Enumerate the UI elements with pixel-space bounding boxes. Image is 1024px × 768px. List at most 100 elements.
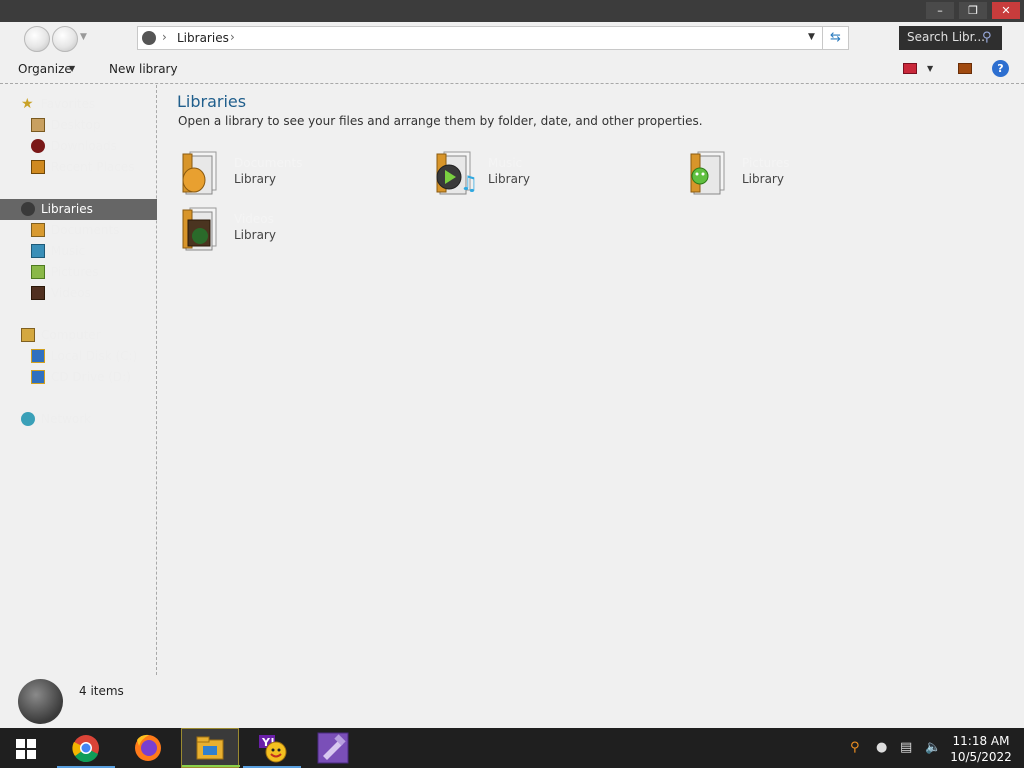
breadcrumb-chevron-icon[interactable]: › xyxy=(162,30,167,44)
item-count: 4 items xyxy=(79,684,124,698)
recent-places-icon xyxy=(31,160,45,174)
music-icon xyxy=(31,244,45,258)
help-icon[interactable]: ? xyxy=(992,60,1009,77)
library-videos[interactable]: Videos Library xyxy=(180,206,420,256)
nav-favorites[interactable]: ★ Favorites xyxy=(0,94,157,115)
pictures-library-icon xyxy=(690,151,725,195)
maximize-button[interactable]: ❐ xyxy=(959,2,987,19)
library-type: Library xyxy=(234,228,276,242)
nav-item-local-disk[interactable]: Local Disk (C:) xyxy=(0,346,157,367)
back-button[interactable] xyxy=(24,26,50,52)
search-icon[interactable]: ⚲ xyxy=(850,740,860,755)
active-indicator xyxy=(182,765,240,767)
nav-label: CD Drive (D:) xyxy=(51,370,131,384)
address-row: ▼ › Libraries › ▼ ⇆ Search Libr... ⚲ xyxy=(0,22,1024,54)
nav-item-music[interactable]: Music xyxy=(0,241,157,262)
library-name: Documents xyxy=(234,156,303,170)
address-bar[interactable]: › Libraries › ▼ xyxy=(137,26,823,50)
page-description: Open a library to see your files and arr… xyxy=(178,114,703,128)
nav-item-cd-drive[interactable]: CD Drive (D:) xyxy=(0,367,157,388)
nav-label: Local Disk (C:) xyxy=(51,349,138,363)
refresh-button[interactable]: ⇆ xyxy=(823,26,849,50)
forward-button[interactable] xyxy=(52,26,78,52)
chat-icon[interactable]: ● xyxy=(876,740,887,755)
file-explorer-icon xyxy=(196,736,224,760)
firefox-icon xyxy=(135,734,161,761)
pictures-icon xyxy=(31,265,45,279)
network-icon[interactable]: ▤ xyxy=(900,740,912,755)
page-title: Libraries xyxy=(177,92,247,111)
library-name: Videos xyxy=(234,212,274,226)
new-library-button[interactable]: New library xyxy=(109,62,178,76)
yahoo-messenger-icon: Y! xyxy=(259,735,287,763)
breadcrumb-libraries[interactable]: Libraries xyxy=(177,31,229,45)
videos-icon xyxy=(31,286,45,300)
close-button[interactable]: ✕ xyxy=(992,2,1020,19)
chevron-down-icon[interactable]: ▼ xyxy=(69,64,75,73)
title-bar: – ❐ ✕ xyxy=(0,0,1024,22)
nav-network[interactable]: Network xyxy=(0,409,157,430)
search-box[interactable]: Search Libr... ⚲ xyxy=(899,26,1002,50)
nav-label: Network xyxy=(41,412,92,426)
libraries-icon xyxy=(18,679,63,724)
desktop-icon xyxy=(31,118,45,132)
documents-library-icon xyxy=(182,151,217,195)
recent-locations-dropdown-icon[interactable]: ▼ xyxy=(80,32,87,42)
nav-label: Music xyxy=(51,244,86,258)
taskbar-file-explorer[interactable] xyxy=(181,728,240,768)
minimize-button[interactable]: – xyxy=(926,2,954,19)
nav-item-recent-places[interactable]: Recent Places xyxy=(0,157,157,178)
nav-computer[interactable]: Computer xyxy=(0,325,157,346)
svg-text:♫: ♫ xyxy=(460,171,476,195)
library-name: Pictures xyxy=(742,156,790,170)
libraries-icon xyxy=(142,31,156,45)
nav-item-documents[interactable]: Documents xyxy=(0,220,157,241)
documents-icon xyxy=(31,223,45,237)
chevron-down-icon[interactable]: ▼ xyxy=(927,64,933,73)
videos-library-icon xyxy=(182,207,217,251)
nav-label: Videos xyxy=(51,286,91,300)
taskbar: Y! ⚲ ● ▤ 🔈 11:18 AM 10/5/2022 xyxy=(0,728,1024,768)
taskbar-visual-studio[interactable] xyxy=(305,728,363,768)
start-button[interactable] xyxy=(16,739,36,759)
library-name: Music xyxy=(488,156,523,170)
volume-icon[interactable]: 🔈 xyxy=(925,740,941,755)
star-icon: ★ xyxy=(21,96,34,112)
library-music[interactable]: ♫ Music Library xyxy=(434,150,674,200)
search-input[interactable]: Search Libr... xyxy=(907,30,985,44)
search-icon[interactable]: ⚲ xyxy=(982,30,992,45)
navigation-pane: ★ Favorites Desktop Downloads Recent Pla… xyxy=(0,85,157,675)
nav-label: Libraries xyxy=(41,202,93,216)
library-documents[interactable]: Documents Library xyxy=(180,150,420,200)
taskbar-firefox[interactable] xyxy=(119,728,177,768)
nav-item-pictures[interactable]: Pictures xyxy=(0,262,157,283)
nav-label: Pictures xyxy=(51,265,99,279)
clock-date[interactable]: 10/5/2022 xyxy=(946,750,1016,764)
library-pictures[interactable]: Pictures Library xyxy=(688,150,928,200)
breadcrumb-chevron-icon[interactable]: › xyxy=(230,30,235,44)
content-pane: Libraries Open a library to see your fil… xyxy=(158,85,1024,675)
clock-time[interactable]: 11:18 AM xyxy=(946,734,1016,748)
library-type: Library xyxy=(488,172,530,186)
local-disk-icon xyxy=(31,349,45,363)
network-icon xyxy=(21,412,35,426)
taskbar-chrome[interactable] xyxy=(57,728,115,768)
computer-icon xyxy=(21,328,35,342)
chrome-icon xyxy=(72,735,99,763)
cd-drive-icon xyxy=(31,370,45,384)
command-bar: Organize ▼ New library ▼ ? xyxy=(0,54,1024,84)
address-dropdown-icon[interactable]: ▼ xyxy=(808,32,815,42)
details-pane: 4 items xyxy=(0,676,1024,728)
library-type: Library xyxy=(234,172,276,186)
nav-libraries[interactable]: Libraries xyxy=(0,199,157,220)
organize-button[interactable]: Organize xyxy=(18,62,72,76)
nav-item-downloads[interactable]: Downloads xyxy=(0,136,157,157)
nav-item-videos[interactable]: Videos xyxy=(0,283,157,304)
nav-label: Computer xyxy=(41,328,101,342)
taskbar-yahoo-messenger[interactable]: Y! xyxy=(243,728,301,768)
nav-label: Documents xyxy=(51,223,120,237)
nav-item-desktop[interactable]: Desktop xyxy=(0,115,157,136)
libraries-icon xyxy=(21,202,35,216)
change-view-icon[interactable] xyxy=(903,63,917,74)
preview-pane-icon[interactable] xyxy=(958,63,972,74)
